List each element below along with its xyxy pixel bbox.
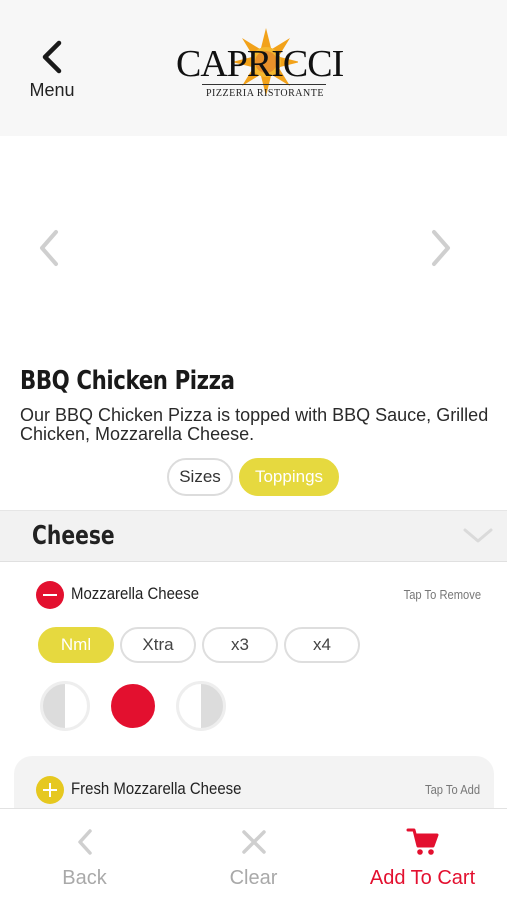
menu-button[interactable]: Menu [20, 40, 84, 110]
minus-circle-icon[interactable] [36, 581, 64, 609]
chevron-left-icon [42, 40, 62, 74]
quantity-option-x3[interactable]: x3 [202, 627, 278, 663]
quantity-option-nml[interactable]: Nml [38, 627, 114, 663]
plus-circle-icon[interactable] [36, 776, 64, 804]
gallery-next-button[interactable] [428, 228, 454, 273]
chevron-down-icon [463, 528, 493, 543]
tab-toppings[interactable]: Toppings [239, 458, 339, 496]
menu-label: Menu [29, 80, 75, 100]
bottom-action-bar: Back Clear Add To Cart [0, 808, 507, 900]
chevron-left-icon [77, 829, 92, 855]
clear-label: Clear [229, 867, 278, 889]
gallery-prev-button[interactable] [36, 228, 62, 273]
logo-subtitle: PIZZERIA RISTORANTE [206, 88, 324, 99]
tab-sizes[interactable]: Sizes [167, 458, 233, 496]
add-to-cart-label: Add To Cart [369, 867, 476, 889]
quantity-option-x4[interactable]: x4 [284, 627, 360, 663]
chevron-right-icon [432, 230, 450, 266]
option-tabs: Sizes Toppings [167, 458, 339, 496]
close-icon [241, 830, 266, 854]
whole-pizza-icon[interactable] [108, 681, 158, 731]
back-label: Back [62, 867, 107, 889]
brand-logo: CAPRICCI PIZZERIA RISTORANTE [172, 26, 344, 106]
topping-name[interactable]: Fresh Mozzarella Cheese [71, 779, 241, 799]
logo-divider [202, 84, 326, 85]
quantity-options: Nml Xtra x3 x4 [38, 627, 360, 663]
logo-wordmark: CAPRICCI [176, 43, 344, 85]
topping-hint: Tap To Add [424, 782, 480, 797]
topping-name[interactable]: Mozzarella Cheese [71, 584, 199, 604]
product-title: BBQ Chicken Pizza [20, 366, 235, 396]
product-description: Our BBQ Chicken Pizza is topped with BBQ… [20, 405, 489, 444]
right-half-icon[interactable] [176, 681, 226, 731]
product-image-gallery [0, 136, 507, 358]
cart-icon [406, 828, 438, 855]
back-button[interactable]: Back [0, 809, 169, 900]
topping-hint: Tap To Remove [403, 587, 481, 602]
quantity-option-xtra[interactable]: Xtra [120, 627, 196, 663]
left-half-icon[interactable] [40, 681, 90, 731]
add-to-cart-button[interactable]: Add To Cart [338, 809, 507, 900]
clear-button[interactable]: Clear [169, 809, 338, 900]
topping-item: Fresh Mozzarella Cheese Tap To Add [14, 756, 494, 812]
chevron-left-icon [40, 230, 58, 266]
section-header-cheese[interactable]: Cheese [0, 510, 507, 562]
topping-item: Mozzarella Cheese Tap To Remove Nml Xtra… [0, 563, 507, 753]
section-title: Cheese [32, 521, 115, 551]
portion-options [40, 681, 226, 731]
app-header: Menu CAPRICCI PIZZERIA RISTORANTE [0, 0, 507, 136]
